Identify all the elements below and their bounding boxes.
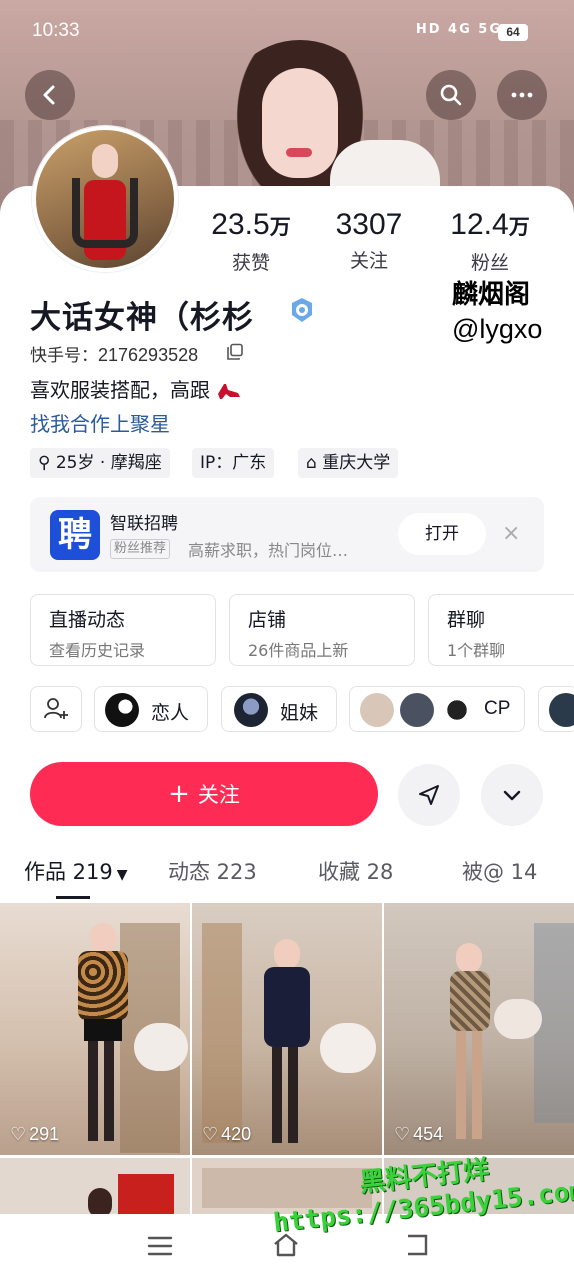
tab-mentions[interactable]: 被@ 14 bbox=[462, 856, 537, 886]
relation-more[interactable] bbox=[538, 686, 574, 732]
add-friend-button[interactable] bbox=[30, 686, 82, 732]
recruitment-ad[interactable]: 聘 智联招聘 粉丝推荐 高薪求职，热门岗位… 打开 × bbox=[30, 497, 544, 572]
collab-link[interactable]: 找我合作上聚星 bbox=[30, 408, 170, 437]
tile-shop[interactable]: 店铺 26件商品上新 bbox=[229, 594, 415, 666]
profile-name: 大话女神（杉杉 bbox=[30, 300, 254, 336]
tab-moments[interactable]: 动态 223 bbox=[168, 856, 257, 886]
heart-icon: ♡ bbox=[394, 1124, 411, 1144]
video-likes: ♡ 291 bbox=[10, 1124, 60, 1144]
video-thumb[interactable]: ♡ 291 bbox=[0, 903, 190, 1155]
zhaopin-logo-icon: 聘 bbox=[50, 510, 100, 560]
video-likes: ♡ 454 bbox=[394, 1124, 444, 1144]
kuaishou-id: 快手号：2176293528 bbox=[30, 345, 199, 366]
video-thumb[interactable]: ♡ 420 bbox=[192, 903, 382, 1155]
search-icon bbox=[440, 84, 462, 106]
relation-lover[interactable]: 恋人 bbox=[94, 686, 208, 732]
expand-button[interactable] bbox=[481, 764, 543, 826]
chevron-left-icon bbox=[43, 85, 55, 105]
avatar[interactable] bbox=[32, 126, 178, 272]
menu-icon[interactable] bbox=[146, 1234, 174, 1258]
relation-more-avatar bbox=[549, 693, 574, 727]
ad-open-button[interactable]: 打开 bbox=[398, 513, 486, 555]
battery-icon: 64 bbox=[498, 24, 528, 41]
stat-fans[interactable]: 12.4万 粉丝 bbox=[442, 208, 538, 275]
relation-cp[interactable]: CP bbox=[349, 686, 525, 732]
school-icon: ⌂ bbox=[306, 453, 317, 473]
profile-bio: 喜欢服装搭配，高跟 bbox=[30, 374, 242, 403]
watermark-handle: @lygxo bbox=[452, 314, 543, 344]
chip-age: ⚲ 25岁 · 摩羯座 bbox=[30, 448, 170, 478]
send-icon bbox=[419, 785, 439, 805]
lover-avatar bbox=[105, 693, 139, 727]
search-button[interactable] bbox=[426, 70, 476, 120]
cp-avatar-3 bbox=[440, 693, 474, 727]
follow-button[interactable]: + 关注 bbox=[30, 762, 378, 826]
cp-avatar-2 bbox=[400, 693, 434, 727]
gender-icon: ⚲ bbox=[38, 453, 51, 473]
stat-likes[interactable]: 23.5万 获赞 bbox=[204, 208, 298, 275]
active-tab-indicator bbox=[56, 896, 90, 899]
more-icon bbox=[511, 92, 533, 98]
status-bar: 10:33 HD 4G 5G 64 bbox=[0, 18, 574, 48]
status-time: 10:33 bbox=[32, 20, 80, 41]
high-heel-icon bbox=[218, 384, 241, 399]
more-button[interactable] bbox=[497, 70, 547, 120]
message-button[interactable] bbox=[398, 764, 460, 826]
status-network-icons: HD 4G 5G bbox=[415, 22, 502, 37]
tile-group-chat[interactable]: 群聊 1个群聊 bbox=[428, 594, 574, 666]
heart-icon: ♡ bbox=[202, 1124, 219, 1144]
ad-tag: 粉丝推荐 bbox=[110, 539, 171, 559]
ad-description: 高薪求职，热门岗位… bbox=[188, 541, 349, 560]
tab-favorites[interactable]: 收藏 28 bbox=[318, 856, 393, 886]
caret-down-icon: ▼ bbox=[116, 867, 128, 883]
video-thumb[interactable] bbox=[0, 1158, 190, 1218]
ad-title: 智联招聘 bbox=[110, 514, 178, 534]
chip-ip: IP：广东 bbox=[192, 448, 275, 478]
watermark-text: 麟烟阁 bbox=[452, 280, 531, 310]
plus-icon: + bbox=[168, 779, 190, 809]
stat-following[interactable]: 3307 关注 bbox=[324, 208, 414, 273]
tile-live[interactable]: 直播动态 查看历史记录 bbox=[30, 594, 216, 666]
video-likes: ♡ 420 bbox=[202, 1124, 252, 1144]
chevron-down-icon bbox=[503, 790, 521, 801]
video-thumb[interactable]: ♡ 454 bbox=[384, 903, 574, 1155]
relation-sister[interactable]: 姐妹 bbox=[221, 686, 337, 732]
back-nav-icon[interactable] bbox=[404, 1232, 430, 1258]
back-button[interactable] bbox=[25, 70, 75, 120]
copy-icon[interactable] bbox=[226, 343, 244, 361]
chip-school: ⌂ 重庆大学 bbox=[298, 448, 399, 478]
close-icon[interactable]: × bbox=[502, 521, 520, 546]
cp-avatar-1 bbox=[360, 693, 394, 727]
sister-avatar bbox=[234, 693, 268, 727]
heart-icon: ♡ bbox=[10, 1124, 27, 1144]
verified-badge-icon[interactable] bbox=[288, 296, 316, 324]
tab-works[interactable]: 作品 219 ▼ bbox=[24, 856, 128, 886]
add-user-icon bbox=[44, 698, 68, 719]
